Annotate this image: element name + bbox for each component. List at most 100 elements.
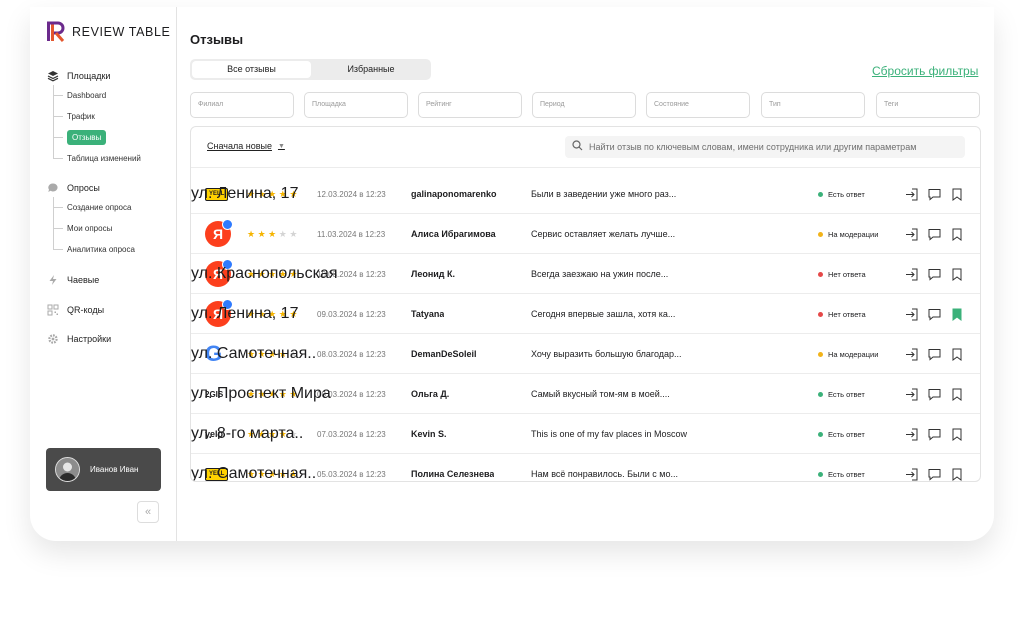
nav-group-surveys: Опросы <box>46 181 100 195</box>
brand-logo[interactable]: REVIEW TABLE <box>45 21 170 43</box>
star-icon: ★ <box>257 228 269 239</box>
nav-settings-label: Настройки <box>67 334 112 344</box>
sidebar-item-dashboard[interactable]: Dashboard <box>54 85 141 106</box>
review-text: Самый вкусный том-ям в моей.... <box>531 389 670 399</box>
star-icon: ★ <box>268 228 279 239</box>
tab-favorites[interactable]: Избранные <box>311 61 431 78</box>
reply-comment-icon[interactable] <box>927 227 941 241</box>
row-actions <box>904 334 964 374</box>
review-text: Хочу выразить большую благодар... <box>531 349 682 359</box>
header-divider <box>191 167 980 168</box>
review-date: 11.03.2024 в 12:23 <box>317 229 386 239</box>
platforms-submenu: Dashboard Трафик Отзывы Таблица изменени… <box>53 85 141 163</box>
sidebar-item-label: Dashboard <box>67 91 107 100</box>
filter-tags[interactable]: Теги <box>876 92 980 118</box>
sidebar-item-survey-analytics[interactable]: Аналитика опроса <box>54 239 135 260</box>
sort-dropdown[interactable]: Сначала новые ▼ <box>207 141 285 151</box>
open-review-icon[interactable] <box>904 467 918 481</box>
table-row[interactable]: Я ★ ★ ★ ★ ★ 11.03.2024 в 12:23 Алиса Ибрагимова… <box>191 214 980 254</box>
table-row[interactable]: 2GIS ★ ★ ★ ★ ★ 08.03.2024 в 12:23 Ольга Д. Самый… <box>191 374 980 414</box>
bookmark-icon[interactable] <box>950 387 964 401</box>
status-dot <box>818 311 823 317</box>
review-author: DemanDeSoleil <box>411 349 477 359</box>
reply-comment-icon[interactable] <box>927 267 941 281</box>
bookmark-icon[interactable] <box>950 227 964 241</box>
bookmark-icon[interactable] <box>950 187 964 201</box>
filter-state[interactable]: Состояние <box>646 92 750 118</box>
reply-comment-icon[interactable] <box>927 347 941 361</box>
status-badge: Нет ответа <box>818 254 866 294</box>
open-review-icon[interactable] <box>904 267 918 281</box>
sidebar-item-reviews[interactable]: Отзывы <box>54 127 141 148</box>
table-row[interactable]: YELL ★ ★ ★ ★ ★ 05.03.2024 в 12:23 Полина Селезн… <box>191 454 980 481</box>
bookmark-icon[interactable] <box>950 307 964 321</box>
table-row[interactable]: YELL ★ ★ ★ ★ ★ 12.03.2024 в 12:23 galinaponomar… <box>191 174 980 214</box>
collapse-sidebar-button[interactable]: « <box>137 501 159 523</box>
table-row[interactable]: Я ★ ★ ★ ★ ★ 10.03.2024 в 12:23 Леонид К. Всегда … <box>191 254 980 294</box>
sidebar-item-create-survey[interactable]: Создание опроса <box>54 197 135 218</box>
search-input[interactable] <box>589 142 959 152</box>
status-dot <box>818 391 823 397</box>
reply-comment-icon[interactable] <box>927 467 941 481</box>
filter-period[interactable]: Период <box>532 92 636 118</box>
reply-comment-icon[interactable] <box>927 387 941 401</box>
nav-surveys[interactable]: Опросы <box>46 181 100 195</box>
search-box <box>565 136 965 158</box>
open-review-icon[interactable] <box>904 307 918 321</box>
review-date: 09.03.2024 в 12:23 <box>317 309 386 319</box>
nav-tips[interactable]: Чаевые <box>46 273 99 287</box>
user-card[interactable]: Иванов Иван <box>46 448 161 491</box>
layers-icon <box>46 70 59 83</box>
row-actions <box>904 214 964 254</box>
filter-rating[interactable]: Рейтинг <box>418 92 522 118</box>
review-address: ул. Краснопольская <box>191 265 338 282</box>
reply-comment-icon[interactable] <box>927 427 941 441</box>
review-address: ул. Ленина, 17 <box>191 305 299 322</box>
app-window: REVIEW TABLE Площадки Dashboard Трафик О… <box>30 7 994 541</box>
review-author: Kevin S. <box>411 429 447 439</box>
status-dot <box>818 231 823 237</box>
status-badge: На модерации <box>818 334 878 374</box>
bookmark-icon[interactable] <box>950 347 964 361</box>
filter-branch[interactable]: Филиал <box>190 92 294 118</box>
sidebar-item-traffic[interactable]: Трафик <box>54 106 141 127</box>
star-icon: ★ <box>278 228 290 239</box>
bookmark-icon[interactable] <box>950 467 964 481</box>
nav-qr-codes[interactable]: QR-коды <box>46 303 104 317</box>
reply-comment-icon[interactable] <box>927 307 941 321</box>
open-review-icon[interactable] <box>904 347 918 361</box>
open-review-icon[interactable] <box>904 187 918 201</box>
qr-code-icon <box>46 304 59 317</box>
filter-type[interactable]: Тип <box>761 92 865 118</box>
status-badge: Есть ответ <box>818 374 865 414</box>
review-address: ул. Проспект Мира <box>191 385 331 402</box>
review-text: Нам всё понравилось. Были с мо... <box>531 469 678 479</box>
reset-filters-link[interactable]: Сбросить фильтры <box>872 64 978 78</box>
open-review-icon[interactable] <box>904 427 918 441</box>
brand-name: REVIEW TABLE <box>72 25 171 39</box>
review-date: 12.03.2024 в 12:23 <box>317 189 386 199</box>
open-review-icon[interactable] <box>904 227 918 241</box>
sidebar-item-label: Аналитика опроса <box>67 245 135 254</box>
table-row[interactable]: Я ★ ★ ★ ★ ★ 09.03.2024 в 12:23 Tatyana Сегодня в… <box>191 294 980 334</box>
review-text: Сервис оставляет желать лучше... <box>531 229 676 239</box>
review-text: Сегодня впервые зашла, хотя ка... <box>531 309 676 319</box>
nav-platforms[interactable]: Площадки <box>46 69 110 83</box>
filter-platform[interactable]: Площадка <box>304 92 408 118</box>
table-row[interactable]: G ★ ★ ★ ★ ★ 08.03.2024 в 12:23 DemanDeSoleil Хоч… <box>191 334 980 374</box>
reviews-table: Сначала новые ▼ YELL★★★★★12.03.2024 в 12… <box>190 126 981 482</box>
row-actions <box>904 174 964 214</box>
nav-settings[interactable]: Настройки <box>46 332 111 346</box>
tab-all-reviews[interactable]: Все отзывы <box>192 61 311 78</box>
bookmark-icon[interactable] <box>950 427 964 441</box>
open-review-icon[interactable] <box>904 387 918 401</box>
review-date: 08.03.2024 в 12:23 <box>317 349 386 359</box>
sidebar-item-my-surveys[interactable]: Мои опросы <box>54 218 135 239</box>
bookmark-icon[interactable] <box>950 267 964 281</box>
star-icon: ★ <box>247 228 258 239</box>
table-row[interactable]: yelp ★ ★ ★ ★ ★ 07.03.2024 в 12:23 Kevin S. This … <box>191 414 980 454</box>
sidebar-item-label: Создание опроса <box>67 203 132 212</box>
sidebar-item-changes-table[interactable]: Таблица изменений <box>54 148 141 169</box>
reply-comment-icon[interactable] <box>927 187 941 201</box>
review-author: Tatyana <box>411 309 445 319</box>
